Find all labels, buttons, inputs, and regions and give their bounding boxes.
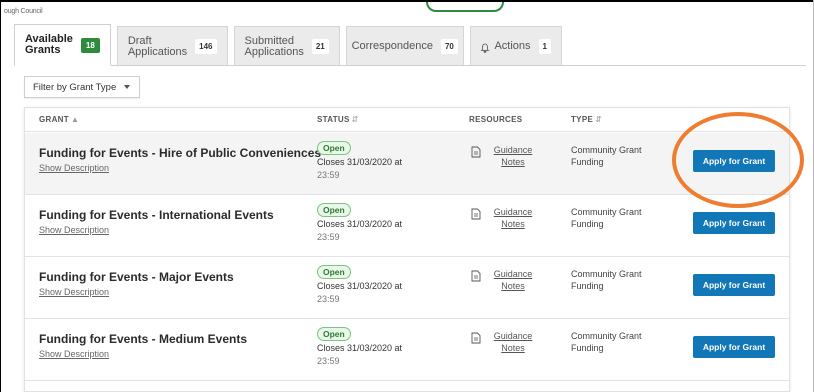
tab-actions[interactable]: Actions 1 [469, 26, 562, 66]
show-description-link[interactable]: Show Description [39, 225, 109, 235]
apply-for-grant-button[interactable]: Apply for Grant [693, 274, 775, 296]
count-badge: 18 [80, 37, 100, 53]
top-accent-shape [426, 2, 504, 12]
closing-date: Closes 31/03/2020 at 23:59 [317, 281, 403, 304]
document-icon [471, 145, 481, 158]
table-header: GRANT ▲ STATUS ⇵ RESOURCES TYPE ⇵ [25, 108, 789, 132]
grant-type: Community Grant Funding [571, 145, 642, 167]
apply-for-grant-button[interactable]: Apply for Grant [693, 212, 775, 234]
document-icon [471, 331, 481, 344]
table-row: Funding for Events - Hire of Public Conv… [25, 133, 789, 195]
sort-icon: ⇵ [351, 115, 359, 124]
status-badge: Open [317, 265, 351, 279]
header-grant[interactable]: GRANT ▲ [39, 115, 79, 124]
show-description-link[interactable]: Show Description [39, 287, 109, 297]
header-status[interactable]: STATUS ⇵ [317, 115, 359, 124]
count-badge: 70 [440, 39, 458, 54]
brand-snippet: ough Council [4, 8, 43, 15]
tab-bar: Available Grants 18 Draft Applications 1… [14, 24, 568, 66]
top-border [0, 0, 814, 2]
chevron-down-icon [124, 85, 131, 89]
count-badge: 146 [195, 39, 217, 54]
tab-draft-applications[interactable]: Draft Applications 146 [116, 26, 228, 66]
tab-label: Draft Applications [127, 34, 188, 58]
tab-available-grants[interactable]: Available Grants 18 [14, 24, 111, 66]
filter-by-grant-type-dropdown[interactable]: Filter by Grant Type [24, 76, 140, 98]
grants-table: GRANT ▲ STATUS ⇵ RESOURCES TYPE ⇵ Funding f… [24, 107, 790, 392]
guidance-notes-link[interactable]: Guidance Notes [491, 268, 535, 292]
count-badge: 21 [311, 39, 329, 54]
grant-title: Funding for Events - Major Events [39, 270, 234, 284]
table-row: Funding for Events - Medium Events Show … [25, 319, 789, 381]
guidance-notes-link[interactable]: Guidance Notes [491, 206, 535, 230]
closing-date: Closes 31/03/2020 at 23:59 [317, 157, 403, 180]
show-description-link[interactable]: Show Description [39, 163, 109, 173]
grant-type: Community Grant Funding [571, 269, 642, 291]
grant-type: Community Grant Funding [571, 207, 642, 229]
document-icon [471, 269, 481, 282]
tab-label: Available Grants [25, 33, 73, 56]
sort-icon: ⇵ [595, 115, 603, 124]
count-badge: 1 [538, 39, 551, 54]
closing-date: Closes 31/03/2020 at 23:59 [317, 343, 403, 366]
grant-title: Funding for Events - Medium Events [39, 332, 248, 346]
status-badge: Open [317, 203, 351, 217]
tab-correspondence[interactable]: Correspondence 70 [345, 26, 464, 66]
sort-asc-icon: ▲ [70, 115, 80, 124]
apply-for-grant-button[interactable]: Apply for Grant [693, 150, 775, 172]
guidance-notes-link[interactable]: Guidance Notes [491, 330, 535, 354]
apply-for-grant-button[interactable]: Apply for Grant [693, 336, 775, 358]
tab-submitted-applications[interactable]: Submitted Applications 21 [233, 26, 340, 66]
guidance-notes-link[interactable]: Guidance Notes [491, 144, 535, 168]
table-row: Funding for Events - Major Events Show D… [25, 257, 789, 319]
left-border [0, 0, 1, 392]
grant-title: Funding for Events - Hire of Public Conv… [39, 146, 322, 160]
header-type[interactable]: TYPE ⇵ [571, 115, 602, 124]
tab-label: Submitted Applications [244, 34, 304, 58]
closing-date: Closes 31/03/2020 at 23:59 [317, 219, 403, 242]
status-badge: Open [317, 141, 351, 155]
header-resources: RESOURCES [469, 115, 523, 124]
page-frame: ough Council Available Grants 18 Draft A… [0, 0, 814, 392]
status-badge: Open [317, 327, 351, 341]
tab-divider [14, 65, 806, 66]
show-description-link[interactable]: Show Description [39, 349, 109, 359]
grant-type: Community Grant Funding [571, 331, 642, 353]
table-row: Funding for Events - International Event… [25, 195, 789, 257]
bell-icon [480, 43, 490, 53]
grant-title: Funding for Events - International Event… [39, 208, 274, 222]
document-icon [471, 207, 481, 220]
